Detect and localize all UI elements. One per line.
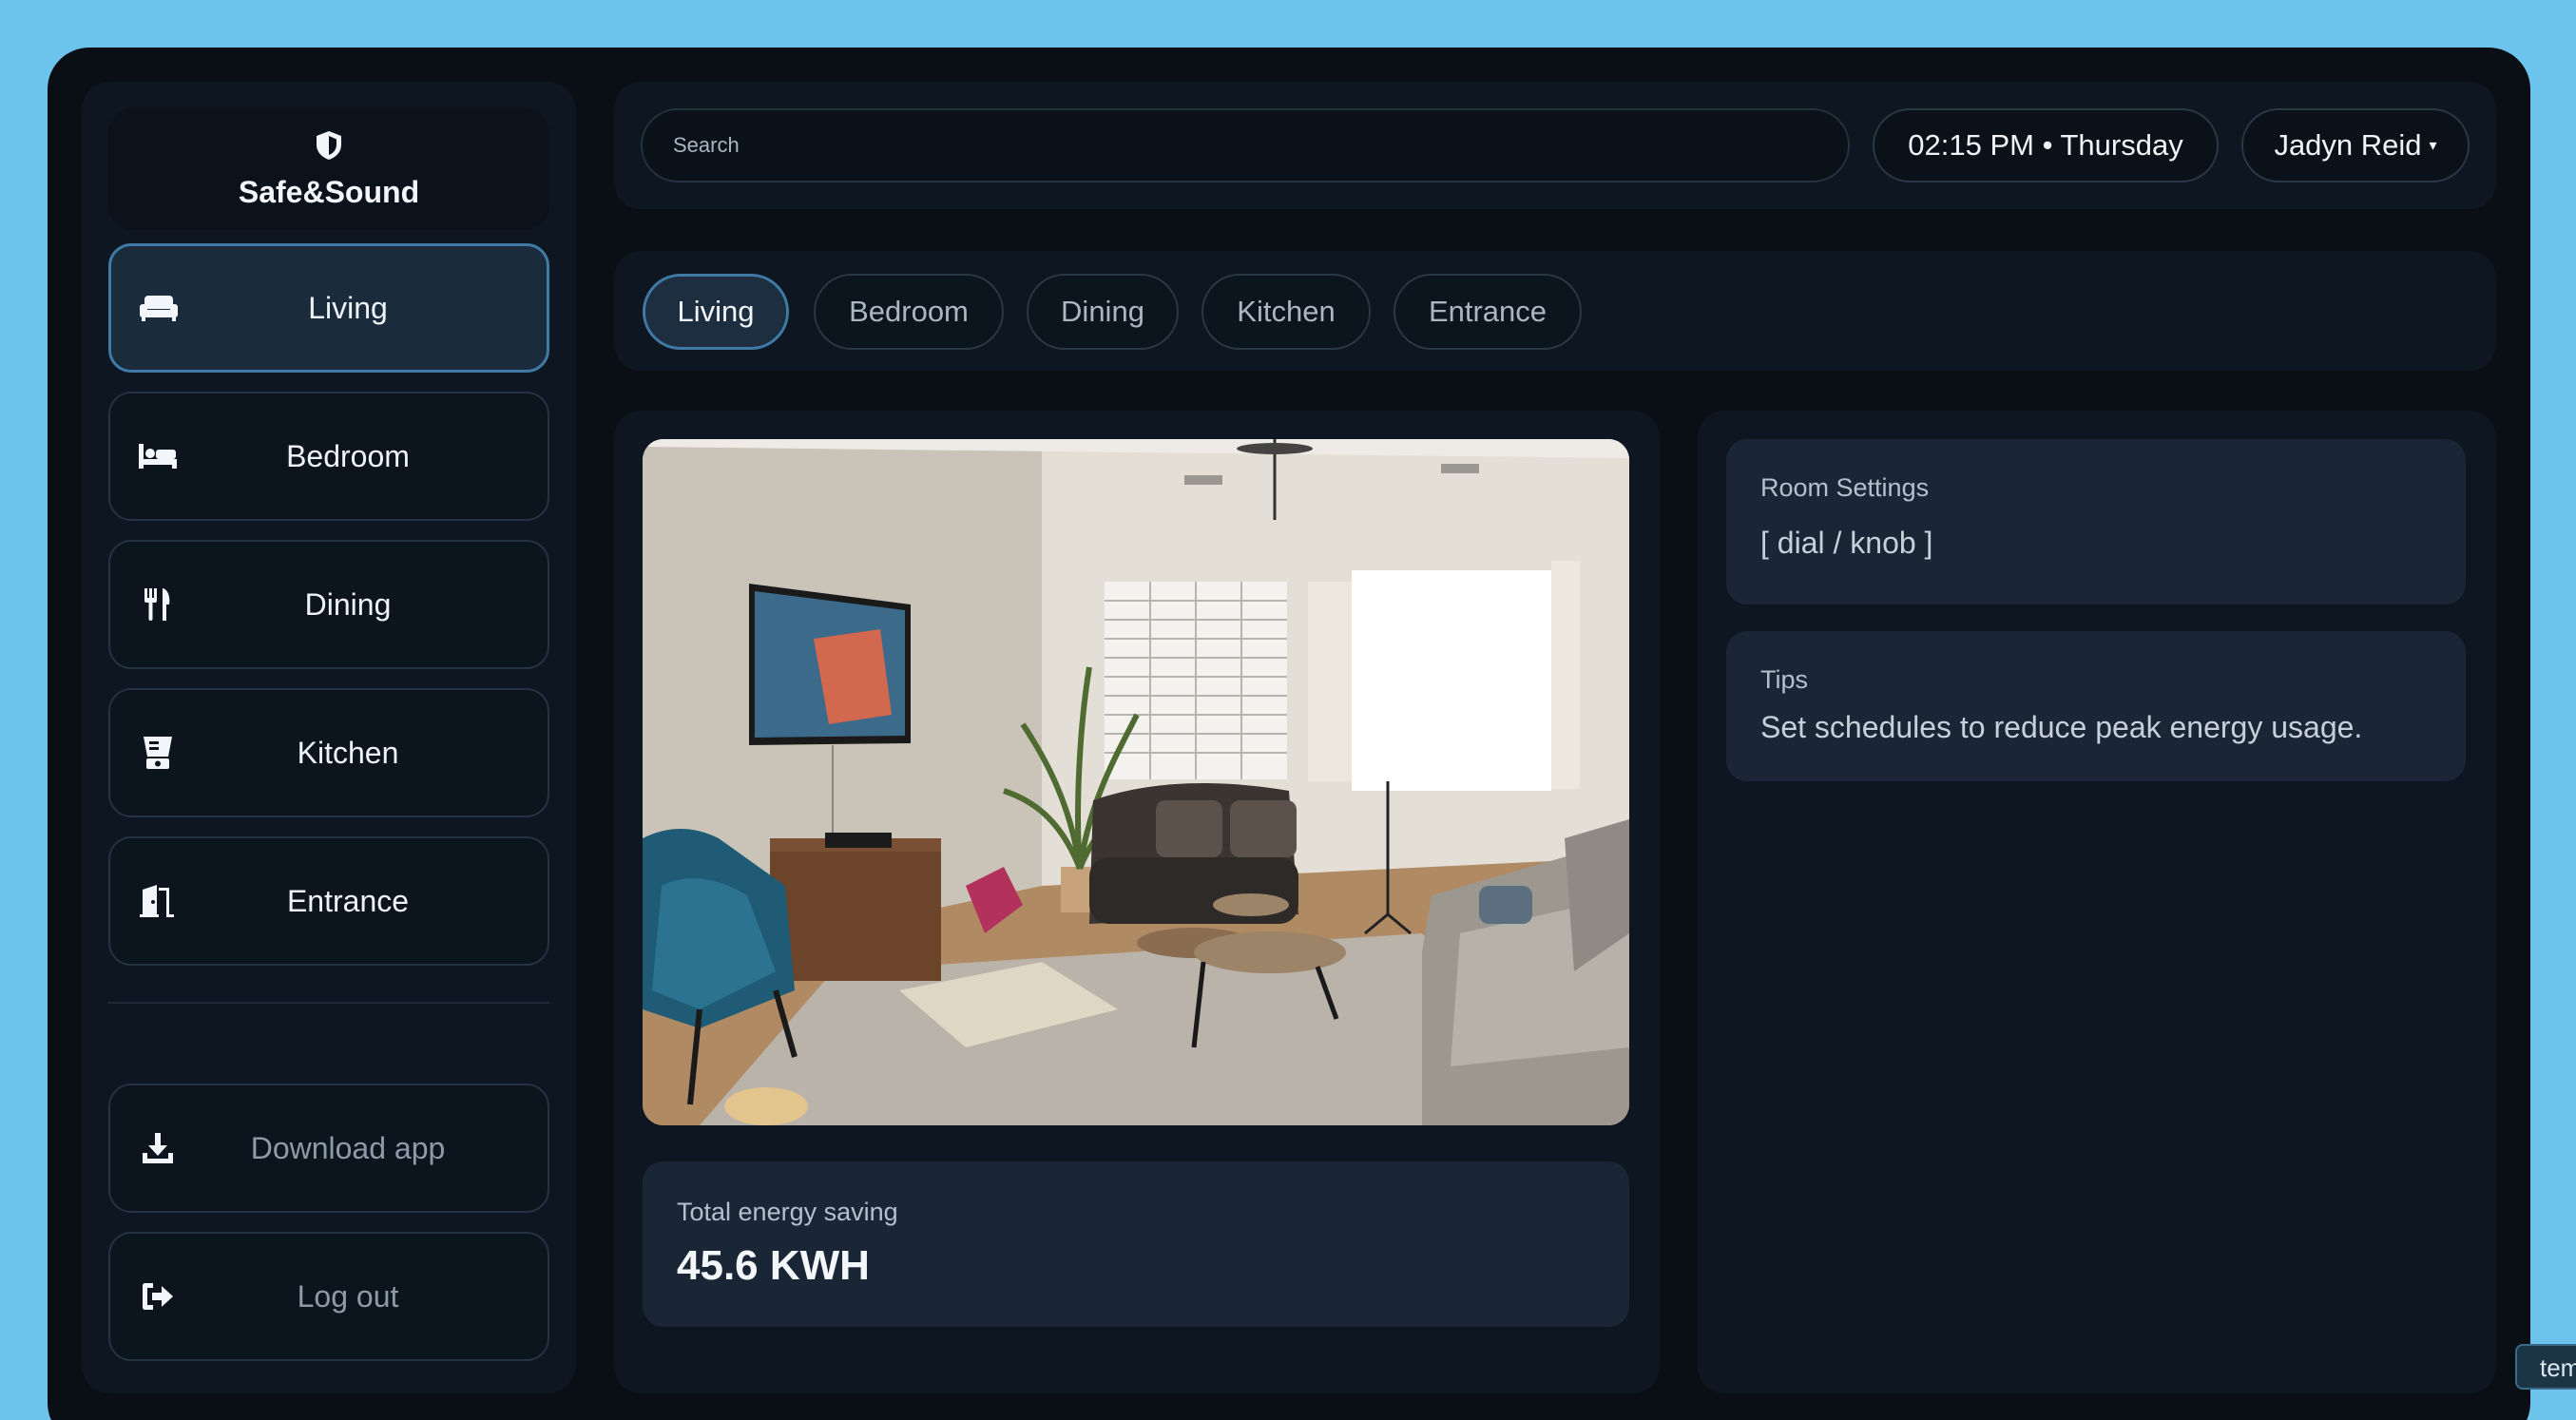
tab-label: Entrance [1428,295,1548,328]
search-input[interactable] [641,108,1850,182]
brand: Safe&Sound [108,108,549,230]
camera-feed[interactable] [643,439,1629,1125]
sidebar-divider [108,1002,549,1004]
top-bar: 02:15 PM • Thursday Jadyn Reid ▾ [614,82,2496,209]
right-panel: Room Settings [ dial / knob ] Tips Set s… [1698,411,2496,1393]
tooltip-text: tem [2540,1353,2576,1382]
dial-knob-placeholder[interactable]: [ dial / knob ] [1760,526,2432,561]
sidebar: Safe&Sound Living Bedroom Dining Kitchen… [82,82,576,1393]
sidebar-item-bedroom[interactable]: Bedroom [108,392,549,521]
tab-label: Kitchen [1237,295,1336,328]
energy-label: Total energy saving [677,1198,898,1226]
tips-card: Tips Set schedules to reduce peak energy… [1726,631,2466,781]
tab-kitchen[interactable]: Kitchen [1201,274,1371,350]
time-display: 02:15 PM • Thursday [1873,108,2219,182]
logout-icon [137,1276,179,1317]
door-icon [137,880,179,922]
user-menu-button[interactable]: Jadyn Reid ▾ [2241,108,2470,182]
main-panel: Total energy saving 45.6 KWH [614,411,1660,1393]
tips-text: Set schedules to reduce peak energy usag… [1760,710,2363,744]
utensils-icon [137,584,179,625]
sofa-icon [138,287,180,329]
room-tabs: Living Bedroom Dining Kitchen Entrance [614,251,2496,371]
tab-entrance[interactable]: Entrance [1394,274,1582,350]
room-settings-card: Room Settings [ dial / knob ] [1726,439,2466,604]
sidebar-item-dining[interactable]: Dining [108,540,549,669]
tab-bedroom[interactable]: Bedroom [814,274,1004,350]
room-settings-title: Room Settings [1760,473,1930,502]
user-name: Jadyn Reid [2274,128,2422,162]
blender-icon [137,732,179,774]
energy-value: 45.6 KWH [677,1242,870,1289]
tab-label: Dining [1061,295,1144,328]
download-app-button[interactable]: Download app [108,1084,549,1213]
chevron-down-icon: ▾ [2429,138,2437,154]
time-text: 02:15 PM • Thursday [1908,128,2183,162]
brand-name: Safe&Sound [238,174,420,209]
bed-icon [137,435,179,477]
sidebar-item-entrance[interactable]: Entrance [108,836,549,966]
energy-card: Total energy saving 45.6 KWH [643,1161,1629,1327]
tab-dining[interactable]: Dining [1027,274,1179,350]
logout-button[interactable]: Log out [108,1232,549,1361]
tab-label: Living [677,295,755,328]
app-window: Safe&Sound Living Bedroom Dining Kitchen… [48,48,2530,1420]
tooltip-chip: tem [2515,1344,2576,1390]
sidebar-item-kitchen[interactable]: Kitchen [108,688,549,817]
shield-icon [314,129,344,162]
download-icon [137,1127,179,1169]
tab-living[interactable]: Living [643,274,789,350]
sidebar-item-living[interactable]: Living [108,243,549,373]
tab-label: Bedroom [849,295,969,328]
tips-title: Tips [1760,665,1809,694]
